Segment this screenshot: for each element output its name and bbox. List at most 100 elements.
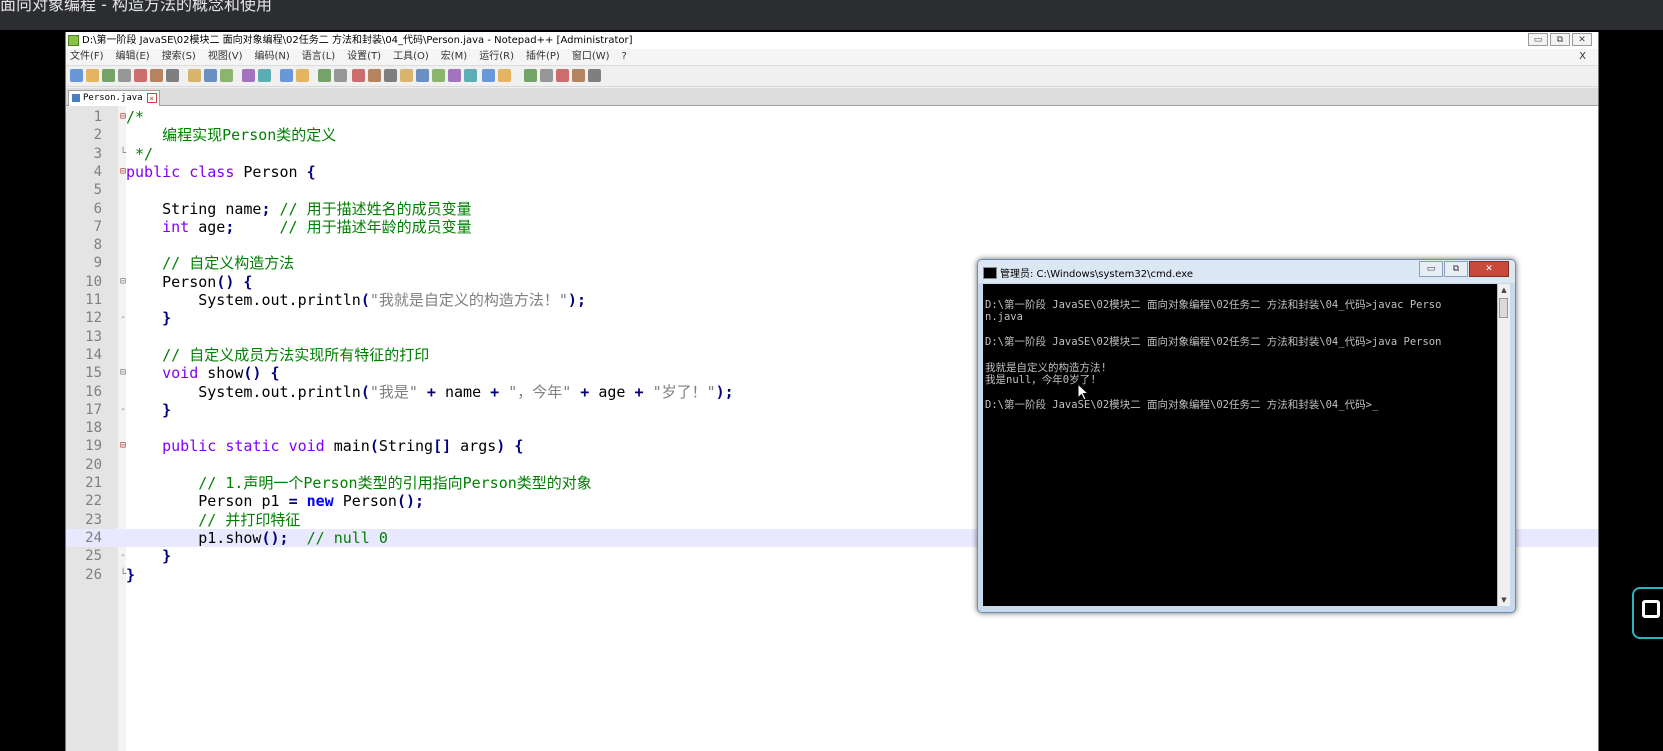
menu-close-button[interactable]: X bbox=[1579, 49, 1586, 65]
tab-close-icon[interactable]: × bbox=[146, 93, 157, 103]
scroll-thumb[interactable] bbox=[1499, 298, 1508, 318]
code-line[interactable]: 2 编程实现Person类的定义 bbox=[66, 126, 1598, 144]
code-token: () { bbox=[243, 364, 280, 383]
replace-icon[interactable] bbox=[296, 69, 309, 82]
tab-person-java[interactable]: Person.java × bbox=[68, 90, 160, 106]
play-icon[interactable] bbox=[556, 69, 569, 82]
save-macro-icon[interactable] bbox=[588, 69, 601, 82]
code-text: p1.show(); // null 0 bbox=[126, 529, 388, 547]
open-icon[interactable] bbox=[86, 69, 99, 82]
code-token: Person p1 bbox=[126, 492, 289, 511]
code-line[interactable]: 1 ⊟/* bbox=[66, 108, 1598, 126]
menu-item-9[interactable]: 运行(R) bbox=[479, 51, 514, 62]
zoom-out-icon[interactable] bbox=[334, 69, 347, 82]
close-button[interactable]: ✕ bbox=[1572, 33, 1592, 46]
cut-icon[interactable] bbox=[188, 69, 201, 82]
monitor-icon[interactable] bbox=[498, 69, 511, 82]
menu-item-4[interactable]: 编码(N) bbox=[255, 51, 290, 62]
menu-item-5[interactable]: 语言(L) bbox=[302, 51, 335, 62]
copy-icon[interactable] bbox=[204, 69, 217, 82]
sync-h-icon[interactable] bbox=[368, 69, 381, 82]
close-icon[interactable] bbox=[134, 69, 147, 82]
menu-item-2[interactable]: 搜索(S) bbox=[162, 51, 196, 62]
new-icon[interactable] bbox=[70, 69, 83, 82]
code-token: String name bbox=[126, 199, 262, 218]
notepad-title: D:\第一阶段 JavaSE\02模块二 面向对象编程\02任务二 方法和封装\… bbox=[82, 35, 633, 46]
notepad-app-icon bbox=[68, 35, 79, 46]
cmd-console-output[interactable]: D:\第一阶段 JavaSE\02模块二 面向对象编程\02任务二 方法和封装\… bbox=[983, 284, 1497, 606]
folder-icon[interactable] bbox=[482, 69, 495, 82]
redo-icon[interactable] bbox=[258, 69, 271, 82]
print-icon[interactable] bbox=[166, 69, 179, 82]
code-token: new bbox=[306, 492, 334, 511]
code-token: args bbox=[451, 437, 497, 456]
wrap-icon[interactable] bbox=[384, 69, 397, 82]
code-line[interactable]: 5 bbox=[66, 181, 1598, 199]
code-line[interactable]: 7 int age; // 用于描述年龄的成员变量 bbox=[66, 218, 1598, 236]
scroll-up-icon[interactable]: ▲ bbox=[1498, 284, 1510, 296]
menu-item-6[interactable]: 设置(T) bbox=[347, 51, 381, 62]
function-list-icon[interactable] bbox=[464, 69, 477, 82]
stop-icon[interactable] bbox=[540, 69, 553, 82]
line-number: 19 bbox=[85, 438, 102, 455]
code-line[interactable]: 3 └ */ bbox=[66, 145, 1598, 163]
menu-item-11[interactable]: 窗口(W) bbox=[572, 51, 610, 62]
menu-item-0[interactable]: 文件(F) bbox=[70, 51, 104, 62]
scroll-down-icon[interactable]: ▼ bbox=[1498, 594, 1510, 606]
line-number: 22 bbox=[85, 493, 102, 510]
code-token: age bbox=[189, 217, 226, 236]
menu-item-8[interactable]: 宏(M) bbox=[441, 51, 467, 62]
cmd-close-button[interactable]: ✕ bbox=[1469, 261, 1509, 277]
menu-item-3[interactable]: 视图(V) bbox=[208, 51, 243, 62]
sync-v-icon[interactable] bbox=[352, 69, 365, 82]
zoom-in-icon[interactable] bbox=[318, 69, 331, 82]
code-text: */ bbox=[126, 145, 153, 163]
cmd-title-bar: 管理员: C:\Windows\system32\cmd.exe ▭ ⧉ ✕ bbox=[978, 260, 1515, 283]
code-line[interactable]: 6 String name; // 用于描述姓名的成员变量 bbox=[66, 200, 1598, 218]
code-token: ( bbox=[360, 291, 370, 309]
find-icon[interactable] bbox=[280, 69, 293, 82]
cmd-restore-button[interactable]: ⧉ bbox=[1444, 261, 1468, 277]
code-text: } bbox=[126, 401, 171, 419]
save-icon[interactable] bbox=[102, 69, 115, 82]
close-all-icon[interactable] bbox=[150, 69, 163, 82]
menu-item-7[interactable]: 工具(O) bbox=[393, 51, 429, 62]
paste-icon[interactable] bbox=[220, 69, 233, 82]
menu-item-10[interactable]: 插件(P) bbox=[526, 51, 560, 62]
cmd-minimize-button[interactable]: ▭ bbox=[1419, 261, 1443, 277]
udl-icon[interactable] bbox=[432, 69, 445, 82]
code-token: } bbox=[162, 547, 172, 566]
code-token: } bbox=[126, 565, 136, 584]
doc-map-icon[interactable] bbox=[448, 69, 461, 82]
all-chars-icon[interactable] bbox=[400, 69, 413, 82]
code-token: 编程实现Person类的定义 bbox=[126, 126, 337, 145]
play-multi-icon[interactable] bbox=[572, 69, 585, 82]
indent-guide-icon[interactable] bbox=[416, 69, 429, 82]
minimize-button[interactable]: ▭ bbox=[1528, 33, 1548, 46]
code-token: ) { bbox=[496, 437, 524, 456]
side-widget-button[interactable] bbox=[1632, 587, 1663, 639]
code-line[interactable]: 4 ⊟ public class Person { bbox=[66, 163, 1598, 181]
line-number: 18 bbox=[85, 420, 102, 437]
code-line[interactable]: 8 bbox=[66, 236, 1598, 254]
menu-item-12[interactable]: ? bbox=[622, 51, 627, 62]
restore-button[interactable]: ⧉ bbox=[1550, 33, 1570, 46]
cmd-scrollbar[interactable]: ▲ ▼ bbox=[1497, 284, 1510, 606]
code-token: (); bbox=[261, 528, 289, 547]
code-token: ; bbox=[261, 199, 271, 218]
undo-icon[interactable] bbox=[242, 69, 255, 82]
code-token: public bbox=[162, 437, 217, 456]
save-all-icon[interactable] bbox=[118, 69, 131, 82]
line-number: 26 bbox=[85, 566, 102, 583]
line-number: 16 bbox=[85, 383, 102, 400]
line-number: 9 bbox=[93, 255, 102, 272]
menu-item-1[interactable]: 编辑(E) bbox=[116, 51, 150, 62]
code-text: // 自定义成员方法实现所有特征的打印 bbox=[126, 346, 429, 364]
code-token: "我就是自定义的构造方法！" bbox=[369, 291, 568, 309]
code-token: Person bbox=[333, 492, 397, 511]
code-token: // 1.声明一个Person类型的引用指向Person类型的对象 bbox=[126, 474, 592, 492]
record-icon[interactable] bbox=[524, 69, 537, 82]
line-number: 15 bbox=[85, 365, 102, 382]
